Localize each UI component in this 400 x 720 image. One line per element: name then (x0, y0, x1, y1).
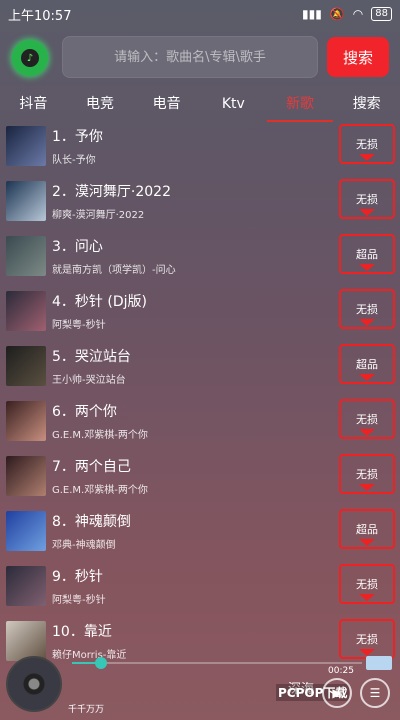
album-cover (6, 126, 46, 166)
album-cover (6, 236, 46, 276)
song-row[interactable]: 8．神魂颠倒邓典-神魂颠倒 超品 (0, 507, 400, 562)
song-title: 2．漠河舞厅·2022 (52, 184, 171, 200)
song-artist: 阿梨粤-秒针 (52, 595, 106, 606)
song-artist: 邓典-神魂颠倒 (52, 540, 116, 551)
download-arrow-icon (359, 429, 375, 436)
quality-download-button[interactable]: 超品 (339, 509, 395, 549)
song-artist: 阿梨粤-秒针 (52, 320, 106, 331)
song-artist: 就是南方凯（项学凯）-问心 (52, 265, 176, 276)
search-button[interactable]: 搜索 (327, 37, 389, 77)
playlist-icon[interactable]: ☰ (360, 678, 390, 708)
quality-label: 无损 (356, 138, 378, 151)
song-row[interactable]: 5．哭泣站台王小帅-哭泣站台 超品 (0, 342, 400, 397)
song-row[interactable]: 7．两个自己 G.E.M.邓紫棋-两个你 无损 (0, 452, 400, 507)
song-title: 8．神魂颠倒 (52, 514, 131, 530)
song-title: 3．问心 (52, 239, 103, 255)
download-arrow-icon (359, 319, 375, 326)
song-row[interactable]: 1．予你队长-予你 无损 (0, 122, 400, 177)
quality-label: 无损 (356, 413, 378, 426)
song-artist: 王小帅-哭泣站台 (52, 375, 126, 386)
tab-1[interactable]: 电竞 (67, 92, 134, 120)
quality-label: 超品 (356, 248, 378, 261)
mute-icon: 🔕 (329, 7, 345, 21)
quality-download-button[interactable]: 超品 (339, 234, 395, 274)
song-row[interactable]: 2．漠河舞厅·2022 柳爽-漠河舞厅·2022 无损 (0, 177, 400, 232)
status-icons: ▮▮▮ 🔕 ◠ 88 (302, 7, 392, 21)
tab-3[interactable]: Ktv (200, 92, 267, 120)
song-title: 1．予你 (52, 129, 103, 145)
album-cover (6, 566, 46, 606)
player-bar: 00:25 千千万万 深海 PCPOP下载 ▶ ☰ (0, 654, 400, 720)
lyric-toggle-icon[interactable] (366, 656, 392, 670)
tab-4[interactable]: 新歌 (266, 92, 334, 122)
signal-icon: ▮▮▮ (302, 7, 322, 21)
download-arrow-icon (359, 594, 375, 601)
album-cover (6, 401, 46, 441)
quality-download-button[interactable]: 超品 (339, 344, 395, 384)
song-title: 6．两个你 (52, 404, 117, 420)
play-pause-icon[interactable]: ▶ (322, 678, 352, 708)
quality-label: 超品 (356, 358, 378, 371)
quality-label: 无损 (356, 578, 378, 591)
quality-label: 无损 (356, 633, 378, 646)
download-arrow-icon (359, 264, 375, 271)
song-title: 4．秒针 (Dj版) (52, 294, 147, 310)
song-title: 9．秒针 (52, 569, 103, 585)
quality-label: 超品 (356, 523, 378, 536)
song-row[interactable]: 4．秒针 (Dj版) 阿梨粤-秒针 无损 (0, 287, 400, 342)
quality-label: 无损 (356, 468, 378, 481)
download-arrow-icon (359, 154, 375, 161)
note-icon: ♪ (21, 49, 39, 67)
quality-download-button[interactable]: 无损 (339, 564, 395, 604)
song-artist: G.E.M.邓紫棋-两个你 (52, 430, 148, 441)
album-cover (6, 511, 46, 551)
quality-download-button[interactable]: 无损 (339, 619, 395, 659)
download-arrow-icon (359, 209, 375, 216)
song-title: 5．哭泣站台 (52, 349, 131, 365)
tab-2[interactable]: 电音 (133, 92, 200, 120)
download-arrow-icon (359, 539, 375, 546)
song-artist: G.E.M.邓紫棋-两个你 (52, 485, 148, 496)
quality-download-button[interactable]: 无损 (339, 454, 395, 494)
song-list: 1．予你 队长-予你 无损 2．漠河舞厅·2022 柳爽-漠河舞厅·2022 无损 3．问心… (0, 122, 400, 672)
album-disc-icon[interactable] (6, 656, 62, 712)
song-row[interactable]: 3．问心就是南方凯（项学凯）-问心 超品 (0, 232, 400, 287)
song-title: 7．两个自己 (52, 459, 131, 475)
song-row[interactable]: 9．秒针阿梨粤-秒针 无损 (0, 562, 400, 617)
song-artist: 队长-予你 (52, 155, 96, 166)
album-cover (6, 346, 46, 386)
song-row[interactable]: 6．两个你 G.E.M.邓紫棋-两个你 无损 (0, 397, 400, 452)
album-cover (6, 456, 46, 496)
song-title: 10．靠近 (52, 624, 112, 640)
download-arrow-icon (359, 374, 375, 381)
quality-download-button[interactable]: 无损 (339, 289, 395, 329)
now-playing-title: 千千万万 (68, 705, 105, 715)
song-artist: 柳爽-漠河舞厅·2022 (52, 210, 145, 221)
album-cover (6, 181, 46, 221)
download-arrow-icon (359, 484, 375, 491)
battery-icon: 88 (371, 7, 392, 21)
status-time: 上午10:57 (8, 8, 72, 24)
quality-download-button[interactable]: 无损 (339, 179, 395, 219)
app-logo-icon[interactable]: ♪ (12, 40, 48, 76)
quality-download-button[interactable]: 无损 (339, 124, 395, 164)
play-time: 00:25 (328, 666, 354, 676)
tab-5[interactable]: 搜索 (333, 92, 400, 120)
quality-label: 无损 (356, 303, 378, 316)
quality-label: 无损 (356, 193, 378, 206)
progress-knob[interactable] (95, 657, 107, 669)
wifi-icon: ◠ (352, 7, 364, 21)
status-bar: 上午10:57 ▮▮▮ 🔕 ◠ 88 (0, 0, 400, 28)
tab-0[interactable]: 抖音 (0, 92, 67, 120)
search-bar: ♪ 搜索 (0, 36, 400, 80)
album-cover (6, 291, 46, 331)
quality-download-button[interactable]: 无损 (339, 399, 395, 439)
search-input[interactable] (62, 36, 318, 78)
progress-bar[interactable] (72, 657, 362, 669)
category-tabs: 抖音 电竞 电音 Ktv 新歌 搜索 (0, 92, 400, 122)
